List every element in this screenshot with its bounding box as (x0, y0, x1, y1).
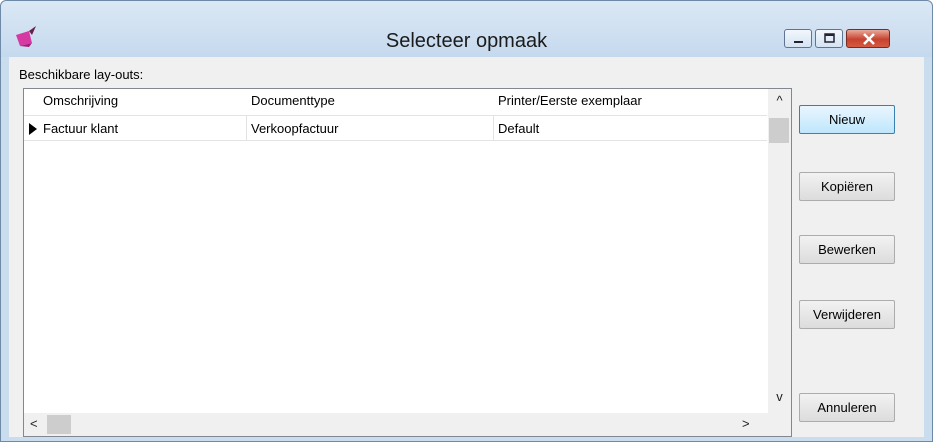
maximize-icon (824, 33, 835, 43)
edit-button[interactable]: Bewerken (799, 235, 895, 264)
cell-document-type[interactable]: Verkoopfactuur (251, 121, 338, 136)
horizontal-scroll-thumb[interactable] (47, 415, 71, 434)
close-icon (863, 33, 875, 45)
column-header-description[interactable]: Omschrijving (43, 93, 118, 108)
copy-button[interactable]: Kopiëren (799, 172, 895, 201)
dialog-content: Beschikbare lay-outs: Omschrijving Docum… (9, 57, 924, 437)
close-button[interactable] (846, 29, 890, 48)
layouts-grid[interactable]: Omschrijving Documenttype Printer/Eerste… (23, 88, 792, 437)
column-header-document-type[interactable]: Documenttype (251, 93, 335, 108)
minimize-icon (794, 41, 803, 43)
scroll-up-button[interactable]: ^ (768, 93, 791, 113)
current-row-indicator-icon (29, 123, 37, 135)
column-header-printer[interactable]: Printer/Eerste exemplaar (498, 93, 642, 108)
title-bar[interactable]: Selecteer opmaak (1, 1, 932, 57)
scroll-right-button[interactable]: > (742, 416, 750, 431)
delete-button[interactable]: Verwijderen (799, 300, 895, 329)
vertical-scrollbar[interactable]: ^ v (768, 89, 791, 413)
table-row[interactable]: Factuur klant Verkoopfactuur Default (24, 116, 767, 141)
scroll-left-button[interactable]: < (30, 416, 38, 431)
horizontal-scrollbar[interactable]: < > (24, 413, 768, 436)
available-layouts-label: Beschikbare lay-outs: (19, 67, 144, 82)
maximize-button[interactable] (815, 29, 843, 48)
scrollbar-corner (768, 413, 791, 436)
scroll-down-button[interactable]: v (768, 389, 791, 409)
dialog-window: Selecteer opmaak Beschikbare lay-outs: O… (0, 0, 933, 442)
minimize-button[interactable] (784, 29, 812, 48)
cell-printer[interactable]: Default (498, 121, 539, 136)
cancel-button[interactable]: Annuleren (799, 393, 895, 422)
vertical-scroll-thumb[interactable] (769, 118, 789, 143)
cell-description[interactable]: Factuur klant (43, 121, 118, 136)
cell-divider (246, 116, 247, 141)
new-button[interactable]: Nieuw (799, 105, 895, 134)
cell-divider (493, 116, 494, 141)
